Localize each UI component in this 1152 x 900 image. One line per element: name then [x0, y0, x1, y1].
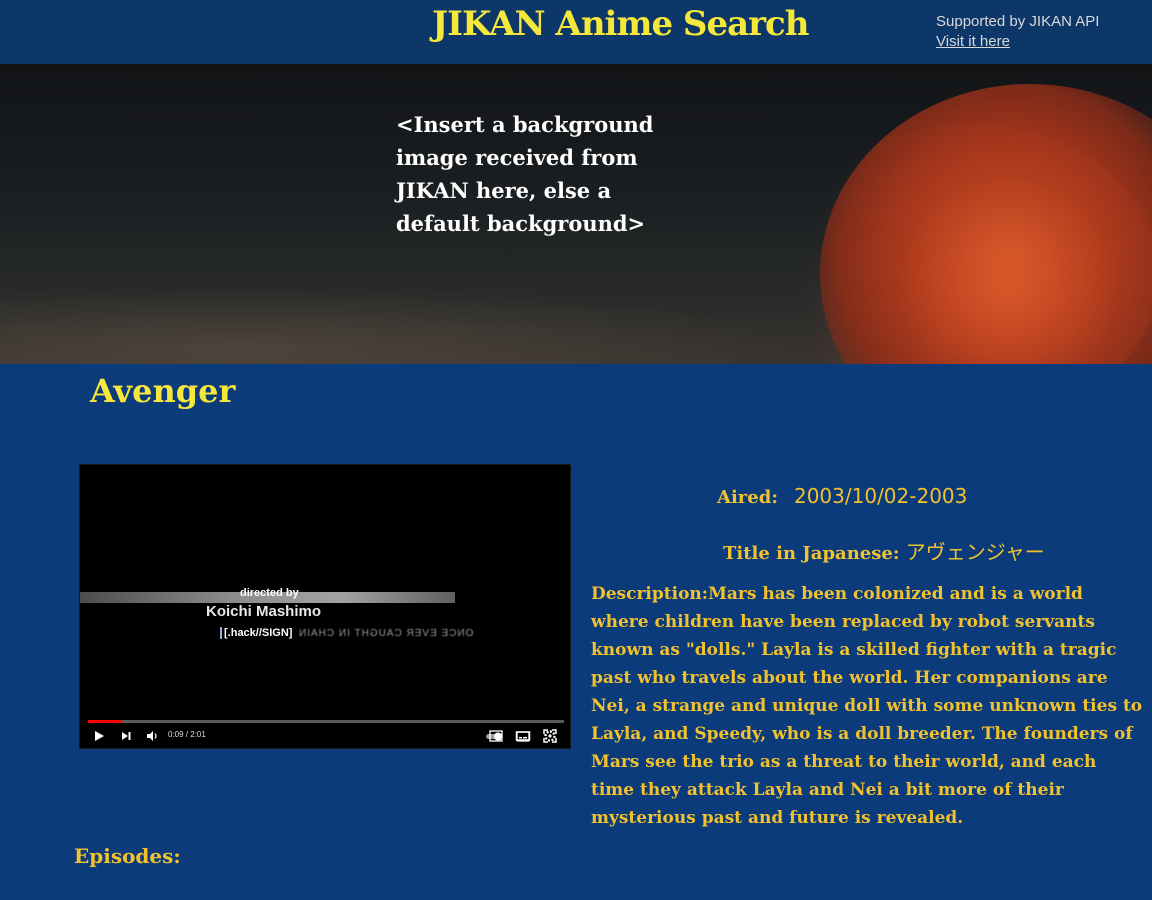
api-credit: Supported by JIKAN API Visit it here	[936, 12, 1099, 52]
japanese-title-value: アヴェンジャー	[905, 540, 1045, 564]
volume-icon[interactable]	[143, 727, 161, 745]
next-icon[interactable]	[117, 727, 135, 745]
aired-value: 2003/10/02-2003	[793, 484, 968, 508]
japanese-title-row: Title in Japanese: アヴェンジャー	[723, 536, 1045, 565]
video-credit-sign: [.hack//SIGN]	[220, 627, 292, 639]
app-title: JIKAN Anime Search	[432, 4, 809, 44]
play-icon[interactable]	[90, 727, 108, 745]
hero-haze	[0, 284, 800, 364]
fullscreen-icon[interactable]	[541, 727, 559, 750]
top-bar: JIKAN Anime Search Supported by JIKAN AP…	[0, 0, 1152, 64]
aired-row: Aired: 2003/10/02-2003	[717, 484, 967, 508]
video-credit-directed: directed by	[240, 587, 299, 599]
anime-description: Description:Mars has been colonized and …	[591, 584, 1143, 828]
aired-label: Aired:	[717, 487, 778, 508]
video-credit-blurred: ONCE EVER CAUGHT IN CHAIN	[298, 628, 474, 639]
api-credit-text: Supported by JIKAN API	[936, 13, 1100, 30]
video-player[interactable]: directed by Koichi Mashimo [.hack//SIGN]…	[79, 464, 571, 749]
hero-placeholder-note: <Insert a background image received from…	[396, 112, 654, 236]
player-right-controls	[485, 726, 565, 746]
anime-title: Avenger	[90, 372, 236, 410]
miniplayer-button-icon[interactable]	[487, 727, 505, 750]
miniplayer-icon[interactable]	[568, 727, 570, 745]
theater-icon[interactable]	[514, 727, 532, 750]
episodes-heading: Episodes:	[74, 844, 181, 868]
japanese-title-label: Title in Japanese:	[723, 543, 906, 564]
video-time: 0:09 / 2:01	[168, 730, 206, 739]
video-credit-name: Koichi Mashimo	[206, 603, 322, 620]
hero-banner: <Insert a background image received from…	[0, 64, 1152, 364]
api-credit-link[interactable]: Visit it here	[936, 32, 1099, 52]
